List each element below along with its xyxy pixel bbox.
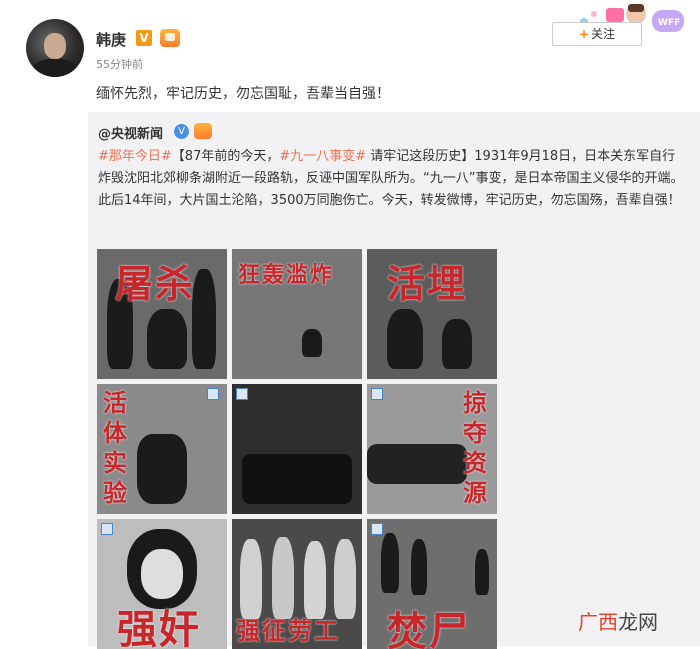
photo-figure bbox=[141, 549, 183, 599]
grid-image[interactable]: 强征劳工 bbox=[232, 519, 362, 649]
image-badge-icon bbox=[371, 523, 383, 535]
grid-image[interactable]: 活埋 bbox=[367, 249, 497, 379]
tile-title: 狂轰滥炸 bbox=[238, 262, 335, 288]
tile-title: 强征劳工 bbox=[236, 616, 340, 645]
tile-title: 焚尸 bbox=[387, 608, 471, 649]
grid-image[interactable] bbox=[232, 384, 362, 514]
repost-text-part: 【87年前的今天， bbox=[171, 149, 280, 164]
hashtag-link[interactable]: #九一八事变# bbox=[279, 149, 366, 164]
watermark: 广西龙网 bbox=[578, 606, 658, 635]
watermark-part: 龙网 bbox=[618, 610, 658, 634]
plus-icon: + bbox=[578, 27, 590, 41]
tile-title: 掠夺资源 bbox=[463, 388, 489, 507]
grid-image[interactable]: 狂轰滥炸 bbox=[232, 249, 362, 379]
photo-figure bbox=[334, 539, 356, 619]
repost-author[interactable]: @央视新闻 bbox=[98, 123, 163, 142]
image-badge-icon bbox=[101, 523, 113, 535]
post-text: 缅怀先烈，牢记历史，勿忘国耻，吾辈当自强！ bbox=[96, 86, 390, 102]
photo-figure bbox=[137, 434, 187, 504]
vip-icon bbox=[160, 29, 180, 47]
photo-figure bbox=[240, 539, 262, 619]
post-timestamp[interactable]: 55分钟前 bbox=[96, 56, 143, 72]
grid-image[interactable]: 掠夺资源 bbox=[367, 384, 497, 514]
photo-figure bbox=[387, 309, 423, 369]
photo-figure bbox=[242, 454, 352, 504]
photo-figure bbox=[302, 329, 322, 357]
photo-figure bbox=[147, 309, 187, 369]
repost-text: #那年今日#【87年前的今天，#九一八事变# 请牢记这段历史】1931年9月18… bbox=[98, 146, 688, 212]
grid-image[interactable]: 屠杀 bbox=[97, 249, 227, 379]
tile-title: 强奸 bbox=[117, 606, 201, 649]
avatar-face bbox=[44, 33, 66, 59]
photo-figure bbox=[442, 319, 472, 369]
photo-figure bbox=[272, 537, 294, 619]
image-badge-icon bbox=[207, 388, 219, 400]
photo-figure bbox=[411, 539, 427, 595]
tile-title: 活埋 bbox=[387, 261, 468, 306]
follow-button[interactable]: + 关注 bbox=[552, 22, 642, 46]
verified-icon: V bbox=[174, 124, 189, 139]
svg-text:WFF: WFF bbox=[658, 18, 680, 28]
image-badge-icon bbox=[371, 388, 383, 400]
tile-title: 活体实验 bbox=[103, 388, 129, 507]
photo-figure bbox=[192, 269, 216, 369]
watermark-part: 广西 bbox=[578, 610, 618, 634]
photo-figure bbox=[304, 541, 326, 619]
grid-image[interactable]: 焚尸 bbox=[367, 519, 497, 649]
grid-image[interactable]: 强奸 bbox=[97, 519, 227, 649]
follow-label: 关注 bbox=[591, 27, 616, 41]
repost-card: @央视新闻 V #那年今日#【87年前的今天，#九一八事变# 请牢记这段历史】1… bbox=[88, 112, 700, 649]
image-grid: 屠杀 狂轰滥炸 活埋 活体实验 掠夺资源 强奸 强征劳工 焚尸 bbox=[97, 249, 497, 649]
author-name[interactable]: 韩庚 bbox=[96, 29, 126, 50]
photo-figure bbox=[367, 444, 467, 484]
verified-icon: V bbox=[136, 30, 152, 46]
avatar-shirt bbox=[32, 59, 78, 77]
tile-title: 屠杀 bbox=[115, 261, 196, 306]
photo-figure bbox=[381, 533, 399, 593]
grid-image[interactable]: 活体实验 bbox=[97, 384, 227, 514]
vip-icon bbox=[194, 123, 212, 139]
photo-figure bbox=[475, 549, 489, 595]
image-badge-icon bbox=[236, 388, 248, 400]
avatar[interactable] bbox=[26, 19, 84, 77]
hashtag-link[interactable]: #那年今日# bbox=[98, 149, 172, 164]
weibo-post: 韩庚 V 55分钟前 WFF + 关注 缅怀先烈，牢记历史，勿忘国耻，吾辈当自强！… bbox=[0, 0, 700, 649]
